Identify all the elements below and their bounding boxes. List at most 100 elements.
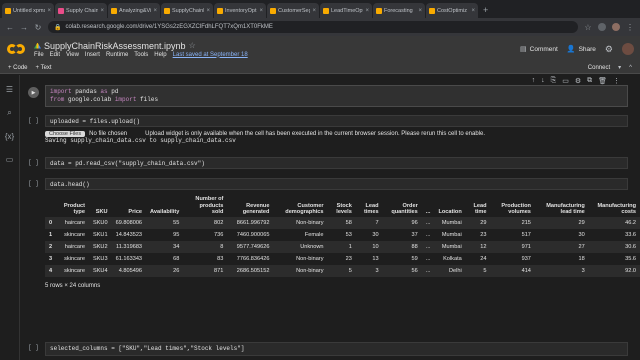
extension-icon[interactable]	[598, 23, 606, 31]
table-cell: 61.163343	[115, 255, 143, 262]
notebook-title[interactable]: SupplyChainRiskAssessment.ipynb	[44, 41, 186, 51]
code-line: data.head()	[50, 181, 90, 188]
close-tab-icon[interactable]: ×	[418, 8, 422, 14]
close-tab-icon[interactable]: ×	[153, 8, 157, 14]
dataframe-table: Product type SKU Price Availability Number o…	[45, 195, 640, 277]
connect-button[interactable]: Connect	[588, 65, 610, 71]
comment-cell-icon[interactable]: ▭	[562, 77, 569, 85]
comment-button[interactable]: ▤ Comment	[520, 45, 558, 54]
browser-tab[interactable]: InventoryOpt ×	[214, 3, 266, 18]
table-cell: 29	[480, 219, 487, 226]
delete-icon[interactable]: 🗑	[598, 77, 607, 85]
menu-item-insert[interactable]: Insert	[85, 52, 100, 58]
share-button[interactable]: 👤 Share	[567, 45, 596, 54]
browser-tab[interactable]: Untitled xpms ×	[2, 3, 54, 18]
add-text-button[interactable]: + Text	[36, 65, 52, 71]
add-code-button[interactable]: + Code	[8, 65, 28, 71]
url-field[interactable]: 🔒 colab.research.google.com/drive/1YSGs2…	[48, 21, 578, 33]
settings-gear-icon[interactable]: ⚙	[605, 44, 613, 55]
last-saved-link[interactable]: Last saved at September 18	[173, 52, 248, 58]
reload-icon[interactable]: ↻	[34, 23, 42, 32]
browser-tab[interactable]: Analyzing&Vis ×	[108, 3, 160, 18]
address-bar: ← → ↻ 🔒 colab.research.google.com/drive/…	[0, 18, 640, 36]
table-cell: 18	[578, 255, 585, 262]
table-cell: 92.0	[625, 267, 636, 274]
settings-icon[interactable]: ⚙	[575, 77, 581, 85]
table-cell: 871	[214, 267, 224, 274]
forward-icon[interactable]: →	[20, 23, 28, 32]
dataframe-shape: 5 rows × 24 columns	[45, 282, 101, 289]
browser-tab[interactable]: LeadTimeOpt ×	[320, 3, 372, 18]
column-header: Customer demographics	[285, 202, 324, 216]
profile-avatar[interactable]	[612, 23, 620, 31]
table-row: 4 skincare SKU4 4.805496 26 871 2686.505152 Non…	[45, 264, 640, 277]
browser-tab[interactable]: SupplyChainR ×	[161, 3, 213, 18]
chevron-down-icon[interactable]: ▾	[618, 64, 621, 71]
dataframe-output: Product type SKU Price Availability Number o…	[45, 195, 640, 289]
close-tab-icon[interactable]: ×	[259, 8, 263, 14]
menu-bar: File Edit View Insert Runtime Tools Help Last s…	[34, 52, 248, 58]
browser-tab[interactable]: CustomerSeg ×	[267, 3, 319, 18]
close-tab-icon[interactable]: ×	[365, 8, 369, 14]
menu-item-file[interactable]: File	[34, 52, 44, 58]
tab-favicon-icon	[429, 7, 435, 14]
menu-item-view[interactable]: View	[66, 52, 79, 58]
browser-tab[interactable]: CostOptimiz ×	[426, 3, 478, 18]
close-tab-icon[interactable]: ×	[206, 8, 210, 14]
user-avatar[interactable]	[622, 43, 634, 55]
colab-logo-icon[interactable]	[6, 42, 28, 56]
move-up-icon[interactable]: ↑	[532, 77, 536, 85]
menu-item-tools[interactable]: Tools	[134, 52, 148, 58]
variables-icon[interactable]: {x}	[5, 132, 14, 141]
table-cell: 2686.505152	[236, 267, 270, 274]
mirror-icon[interactable]: ⧉	[587, 77, 592, 85]
browser-menu-icon[interactable]: ⋮	[626, 23, 634, 32]
browser-tab-bar: Untitled xpms × Supply Chain × Analyzing&Vis…	[0, 0, 640, 18]
table-cell: Female	[304, 231, 324, 238]
cell-editor[interactable]: import pandas as pd from google.colab im…	[45, 85, 628, 107]
close-tab-icon[interactable]: ×	[471, 8, 475, 14]
code-cell-upload[interactable]: [ ] uploaded = files.upload()	[28, 115, 628, 129]
link-icon[interactable]: ⎘	[551, 77, 557, 85]
table-cell: 7	[375, 219, 379, 226]
new-tab-button[interactable]: +	[479, 3, 492, 18]
lock-icon: 🔒	[54, 24, 62, 31]
table-cell: SKU0	[92, 219, 108, 226]
bookmark-star-icon[interactable]: ☆	[584, 23, 592, 32]
code-cell-head[interactable]: [ ] data.head()	[28, 178, 628, 192]
cell-editor[interactable]: data = pd.read_csv("supply_chain_data.cs…	[45, 157, 628, 169]
column-header: Production volumes	[501, 202, 531, 216]
browser-tab[interactable]: Supply Chain ×	[55, 3, 107, 18]
close-tab-icon[interactable]: ×	[312, 8, 316, 14]
code-cell-selected-columns[interactable]: [ ] selected_columns = ["SKU","Lead time…	[28, 342, 628, 356]
files-folder-icon[interactable]: ▭	[6, 155, 14, 164]
table-cell: 56	[411, 267, 418, 274]
menu-item-edit[interactable]: Edit	[50, 52, 60, 58]
back-icon[interactable]: ←	[6, 23, 14, 32]
table-cell: 24	[480, 255, 487, 262]
table-cell: 971	[521, 243, 531, 250]
table-cell: 27	[578, 243, 585, 250]
close-tab-icon[interactable]: ×	[100, 8, 104, 14]
run-cell-button[interactable]: ▶	[28, 87, 39, 98]
column-header: Lead times	[363, 202, 379, 216]
tab-label: Untitled xpms	[13, 7, 46, 14]
table-of-contents-icon[interactable]: ☰	[6, 85, 13, 94]
close-tab-icon[interactable]: ×	[47, 8, 51, 14]
menu-item-runtime[interactable]: Runtime	[106, 52, 128, 58]
cell-editor[interactable]: uploaded = files.upload()	[45, 115, 628, 127]
cell-editor[interactable]: data.head()	[45, 178, 628, 190]
code-cell-imports[interactable]: ▶ import pandas as pd from google.colab …	[28, 85, 628, 107]
cell-editor[interactable]: selected_columns = ["SKU","Lead times","…	[45, 342, 628, 356]
code-cell-readcsv[interactable]: [ ] data = pd.read_csv("supply_chain_dat…	[28, 157, 628, 171]
more-icon[interactable]: ⋮	[613, 77, 620, 85]
menu-item-help[interactable]: Help	[154, 52, 166, 58]
drive-icon	[34, 42, 41, 49]
collapse-toolbar-icon[interactable]: ^	[629, 65, 632, 71]
code-line: uploaded = files.upload()	[50, 118, 141, 125]
star-icon[interactable]: ☆	[189, 41, 196, 50]
search-icon[interactable]: ⌕	[7, 108, 11, 118]
browser-tab[interactable]: Forecasting ×	[373, 3, 425, 18]
table-cell: 69.808006	[115, 219, 143, 226]
move-down-icon[interactable]: ↓	[541, 77, 545, 85]
